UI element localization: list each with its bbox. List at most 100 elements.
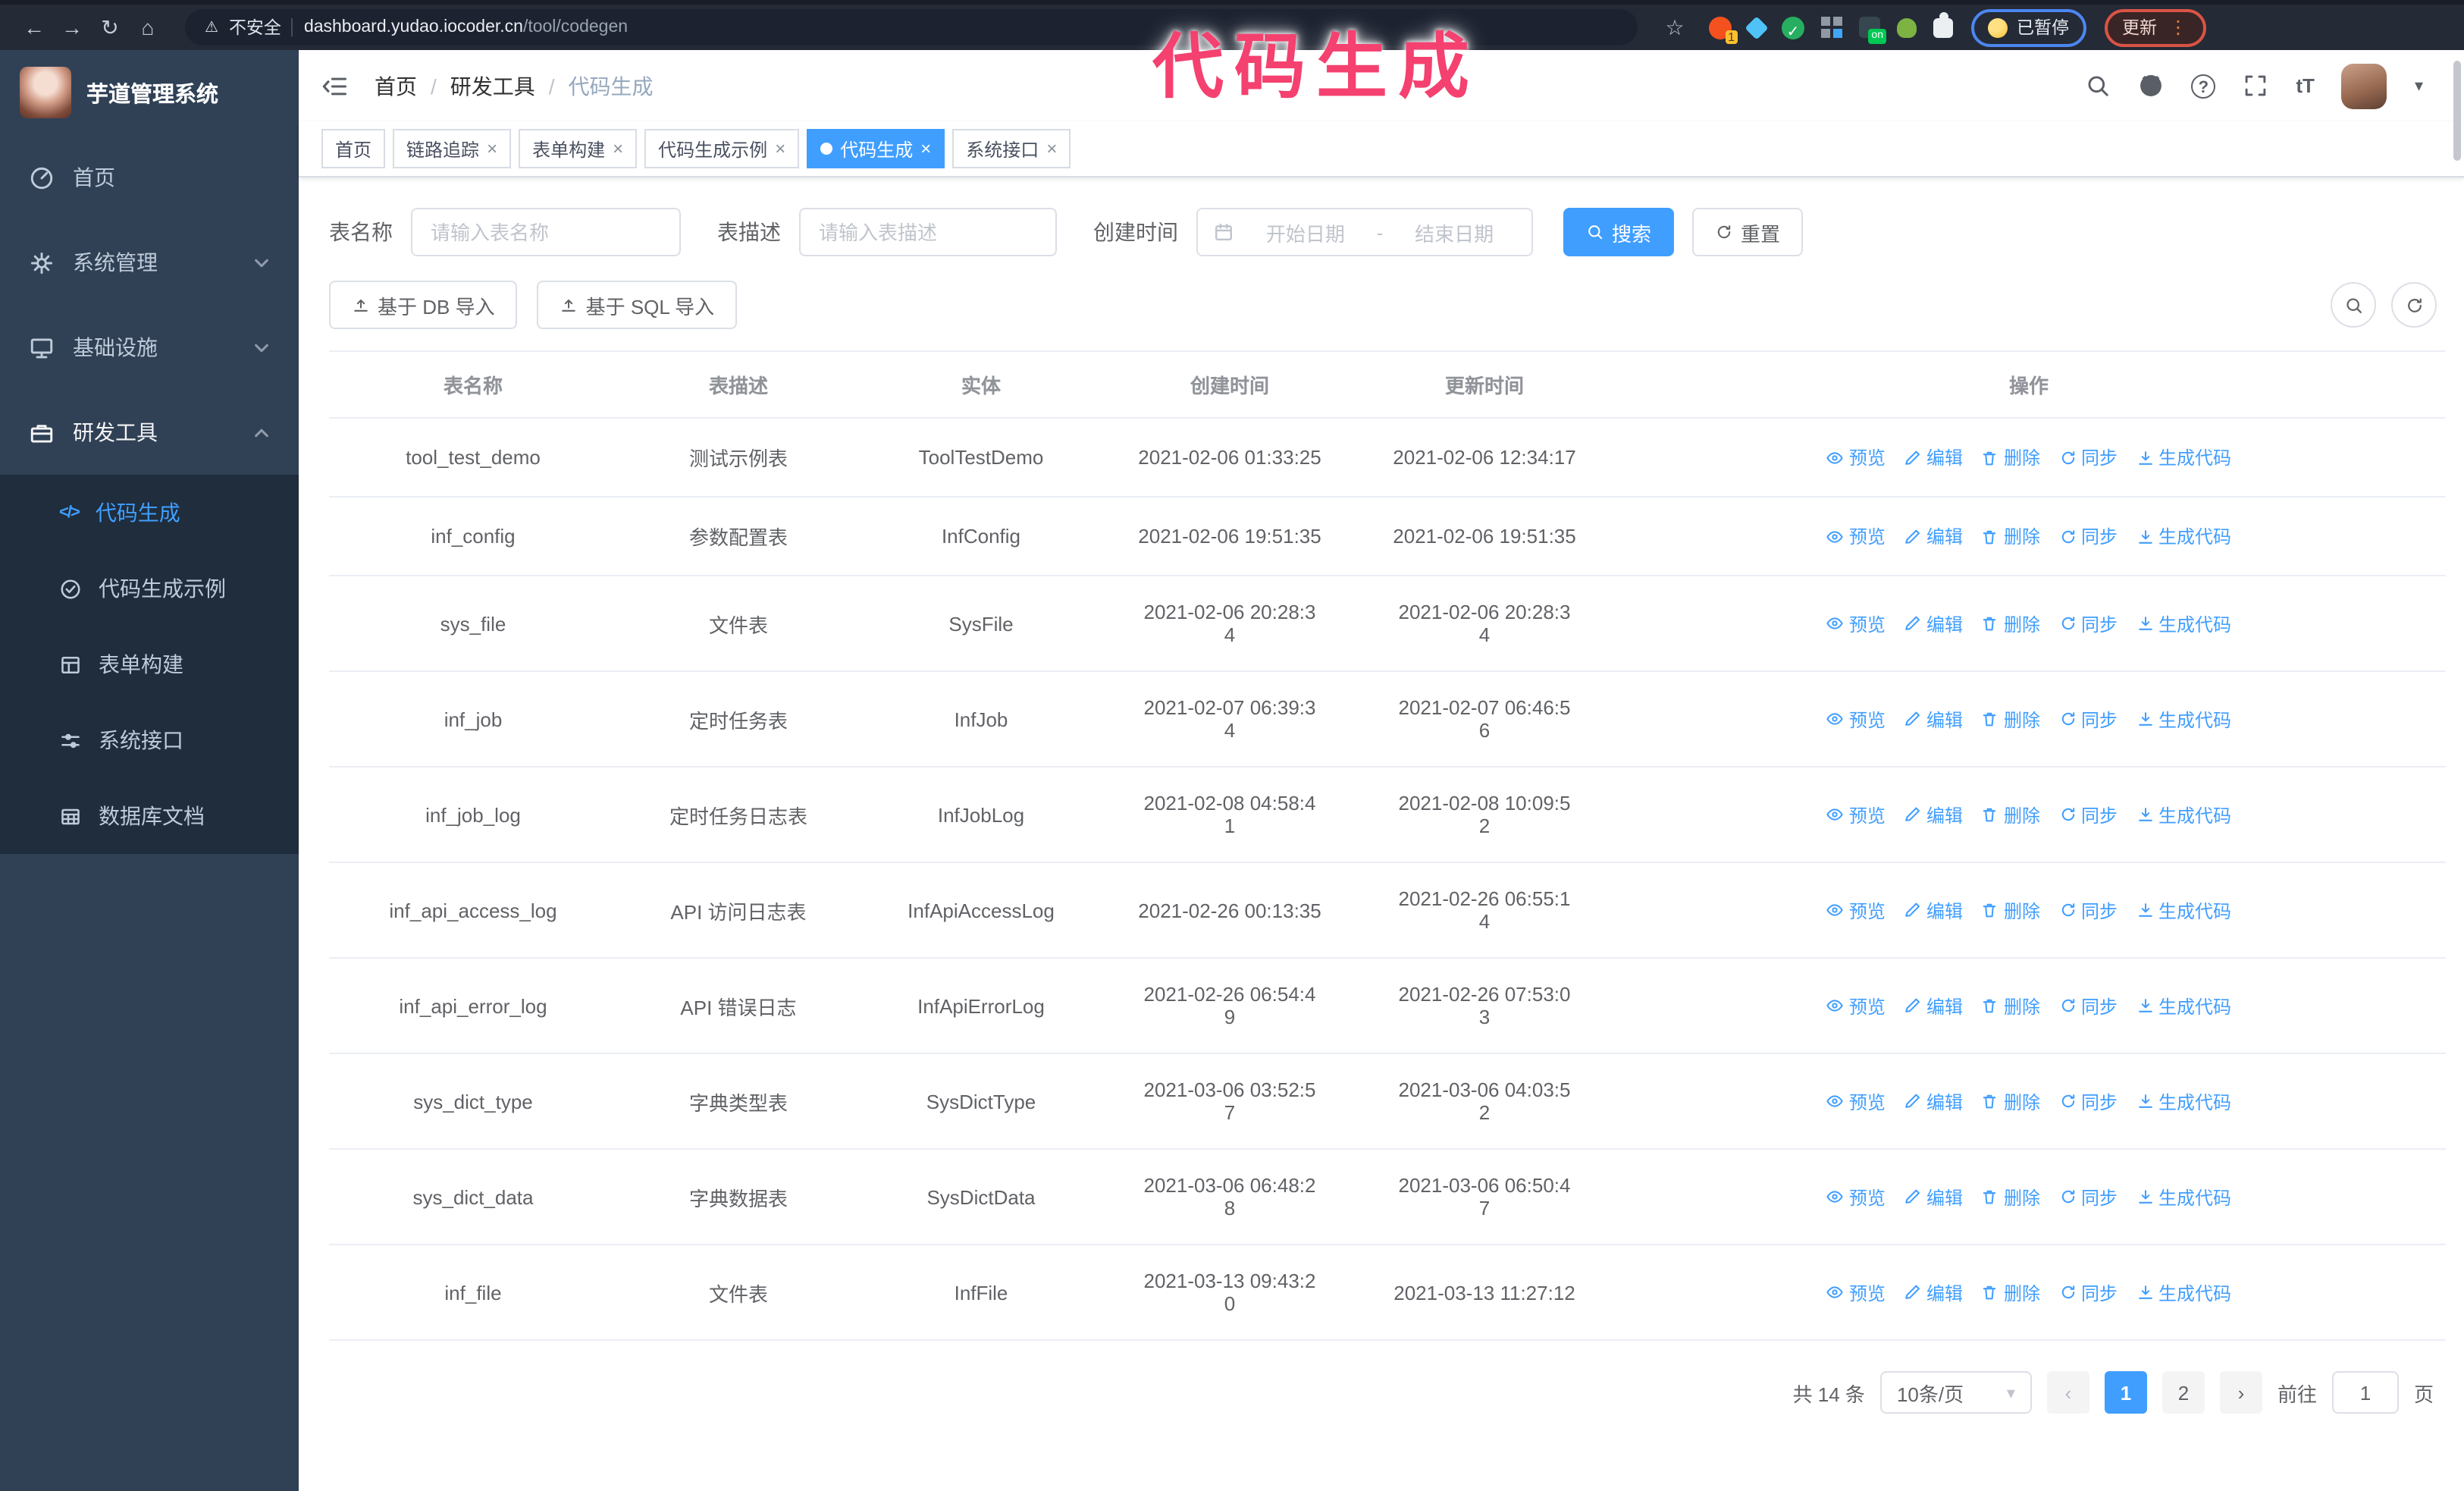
fullscreen-icon[interactable]: [2243, 73, 2268, 99]
font-size-icon[interactable]: tT: [2296, 74, 2315, 97]
close-icon[interactable]: ×: [487, 138, 497, 159]
close-icon[interactable]: ×: [613, 138, 623, 159]
edit-link[interactable]: 编辑: [1904, 993, 1963, 1019]
edit-link[interactable]: 编辑: [1904, 897, 1963, 923]
preview-link[interactable]: 预览: [1826, 993, 1886, 1019]
close-icon[interactable]: ×: [920, 138, 931, 159]
preview-link[interactable]: 预览: [1826, 1279, 1886, 1305]
generate-code-link[interactable]: 生成代码: [2136, 993, 2231, 1019]
forward-icon[interactable]: →: [53, 15, 91, 39]
edit-link[interactable]: 编辑: [1904, 706, 1963, 732]
collapse-sidebar-icon[interactable]: [321, 72, 349, 99]
extension-check-icon[interactable]: ✓: [1782, 16, 1804, 40]
extension-grid-icon[interactable]: [1821, 17, 1842, 38]
tab-home[interactable]: 首页: [321, 129, 386, 168]
tab-system-api[interactable]: 系统接口 ×: [952, 129, 1071, 168]
preview-link[interactable]: 预览: [1826, 706, 1886, 732]
delete-link[interactable]: 删除: [1981, 523, 2040, 549]
reload-icon[interactable]: ↻: [91, 14, 129, 40]
delete-link[interactable]: 删除: [1981, 897, 2040, 923]
sidebar-item-devtools[interactable]: 研发工具: [0, 390, 299, 475]
sidebar-item-system[interactable]: 系统管理: [0, 220, 299, 305]
sync-link[interactable]: 同步: [2058, 993, 2118, 1019]
close-icon[interactable]: ×: [1046, 138, 1057, 159]
date-range-picker[interactable]: 开始日期 - 结束日期: [1196, 208, 1533, 256]
import-db-button[interactable]: 基于 DB 导入: [329, 281, 518, 329]
preview-link[interactable]: 预览: [1826, 897, 1886, 923]
paused-badge[interactable]: 已暂停: [1971, 8, 2086, 46]
reset-button[interactable]: 重置: [1692, 208, 1804, 256]
sync-link[interactable]: 同步: [2058, 523, 2118, 549]
sync-link[interactable]: 同步: [2058, 611, 2118, 636]
generate-code-link[interactable]: 生成代码: [2136, 706, 2231, 732]
preview-link[interactable]: 预览: [1826, 1088, 1886, 1114]
sidebar-item-home[interactable]: 首页: [0, 135, 299, 220]
edit-link[interactable]: 编辑: [1904, 523, 1963, 549]
preview-link[interactable]: 预览: [1826, 1184, 1886, 1210]
kebab-menu-icon[interactable]: ⋮: [2169, 17, 2187, 38]
sync-link[interactable]: 同步: [2058, 444, 2118, 470]
sync-link[interactable]: 同步: [2058, 1279, 2118, 1305]
delete-link[interactable]: 删除: [1981, 444, 2040, 470]
delete-link[interactable]: 删除: [1981, 1184, 2040, 1210]
sidebar-item-system-api[interactable]: 系统接口: [0, 702, 299, 778]
delete-link[interactable]: 删除: [1981, 1279, 2040, 1305]
github-icon[interactable]: [2138, 73, 2164, 99]
delete-link[interactable]: 删除: [1981, 706, 2040, 732]
extension-gem-icon[interactable]: [1745, 15, 1769, 39]
generate-code-link[interactable]: 生成代码: [2136, 1279, 2231, 1305]
extension-icon[interactable]: 1: [1709, 16, 1738, 43]
preview-link[interactable]: 预览: [1826, 523, 1886, 549]
tab-codegen[interactable]: 代码生成 ×: [807, 129, 945, 168]
generate-code-link[interactable]: 生成代码: [2136, 897, 2231, 923]
edit-link[interactable]: 编辑: [1904, 1184, 1963, 1210]
tab-form-builder[interactable]: 表单构建 ×: [519, 129, 638, 168]
sidebar-item-db-doc[interactable]: 数据库文档: [0, 778, 299, 854]
page-size-select[interactable]: 10条/页 ▾: [1879, 1371, 2032, 1414]
delete-link[interactable]: 删除: [1981, 1088, 2040, 1114]
preview-link[interactable]: 预览: [1826, 611, 1886, 636]
sidebar-item-form-builder[interactable]: 表单构建: [0, 626, 299, 702]
delete-link[interactable]: 删除: [1981, 993, 2040, 1019]
prev-page-button[interactable]: ‹: [2046, 1371, 2089, 1414]
table-name-input[interactable]: [411, 208, 681, 256]
edit-link[interactable]: 编辑: [1904, 802, 1963, 827]
generate-code-link[interactable]: 生成代码: [2136, 802, 2231, 827]
back-icon[interactable]: ←: [15, 15, 53, 39]
page-button-1[interactable]: 1: [2104, 1371, 2147, 1414]
user-avatar[interactable]: [2341, 63, 2387, 108]
breadcrumb-devtools[interactable]: 研发工具: [450, 71, 535, 101]
close-icon[interactable]: ×: [775, 138, 785, 159]
generate-code-link[interactable]: 生成代码: [2136, 523, 2231, 549]
user-menu-caret-icon[interactable]: ▾: [2415, 76, 2423, 96]
sidebar-item-codegen-example[interactable]: 代码生成示例: [0, 551, 299, 626]
edit-link[interactable]: 编辑: [1904, 1088, 1963, 1114]
update-button[interactable]: 更新 ⋮: [2104, 8, 2205, 46]
refresh-table-button[interactable]: [2391, 282, 2437, 328]
scrollbar-thumb[interactable]: [2453, 61, 2461, 161]
edit-link[interactable]: 编辑: [1904, 611, 1963, 636]
sidebar-item-codegen[interactable]: </> 代码生成: [0, 475, 299, 551]
sync-link[interactable]: 同步: [2058, 706, 2118, 732]
import-sql-button[interactable]: 基于 SQL 导入: [537, 281, 738, 329]
goto-page-input[interactable]: [2331, 1371, 2399, 1414]
sync-link[interactable]: 同步: [2058, 1184, 2118, 1210]
sync-link[interactable]: 同步: [2058, 1088, 2118, 1114]
search-icon[interactable]: [2085, 73, 2111, 99]
page-button-2[interactable]: 2: [2161, 1371, 2205, 1414]
search-button[interactable]: 搜索: [1563, 208, 1675, 256]
delete-link[interactable]: 删除: [1981, 611, 2040, 636]
preview-link[interactable]: 预览: [1826, 802, 1886, 827]
security-label[interactable]: 不安全: [229, 15, 281, 39]
tab-tracing[interactable]: 链路追踪 ×: [393, 129, 512, 168]
sync-link[interactable]: 同步: [2058, 802, 2118, 827]
page-url[interactable]: dashboard.yudao.iocoder.cn/tool/codegen: [304, 18, 628, 36]
next-page-button[interactable]: ›: [2219, 1371, 2262, 1414]
extension-switch-icon[interactable]: on: [1859, 17, 1886, 44]
edit-link[interactable]: 编辑: [1904, 444, 1963, 470]
date-start-placeholder[interactable]: 开始日期: [1243, 218, 1368, 246]
home-icon[interactable]: ⌂: [129, 15, 167, 39]
bookmark-star-icon[interactable]: ☆: [1656, 14, 1694, 40]
edit-link[interactable]: 编辑: [1904, 1279, 1963, 1305]
help-icon[interactable]: ?: [2191, 74, 2216, 98]
